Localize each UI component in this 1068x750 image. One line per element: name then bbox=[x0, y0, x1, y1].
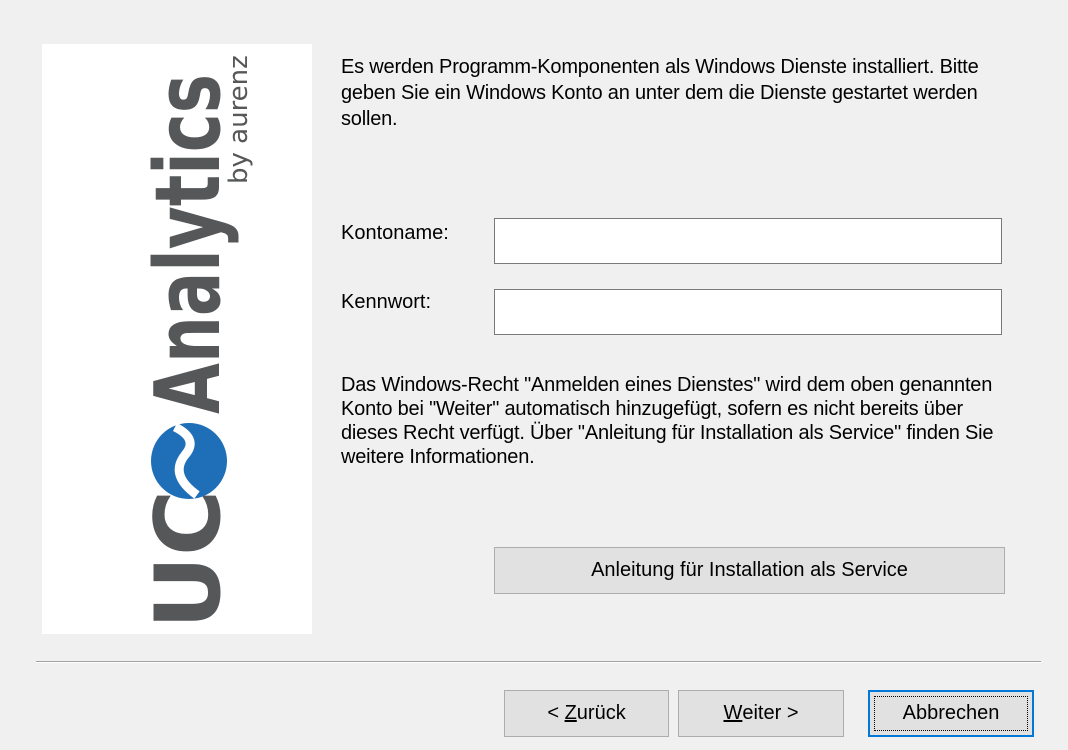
next-label-rest: eiter > bbox=[742, 702, 799, 724]
back-label-rest: urück bbox=[576, 702, 626, 724]
info-text: Das Windows-Recht "Anmelden eines Dienst… bbox=[341, 374, 994, 468]
password-label: Kennwort: bbox=[341, 291, 432, 313]
account-name-input[interactable] bbox=[494, 218, 1002, 264]
cancel-button[interactable]: Abbrechen bbox=[868, 690, 1034, 737]
account-label: Kontoname: bbox=[341, 222, 449, 244]
cancel-label: Abbrechen bbox=[902, 702, 1000, 724]
password-input[interactable] bbox=[494, 289, 1002, 335]
service-guide-label: Anleitung für Installation als Service bbox=[591, 559, 908, 581]
back-prefix: < bbox=[547, 702, 565, 724]
next-button[interactable]: Weiter > bbox=[678, 690, 844, 737]
logo-panel: UC Analytics by aurenz bbox=[42, 44, 312, 634]
next-mnemonic: W bbox=[723, 702, 743, 724]
back-mnemonic: Z bbox=[564, 702, 577, 724]
back-button[interactable]: < Zurück bbox=[504, 690, 669, 737]
intro-text: Es werden Programm-Komponenten als Windo… bbox=[341, 56, 979, 130]
logo-text-uc: UC bbox=[136, 490, 241, 629]
uc-analytics-logo: UC Analytics by aurenz bbox=[136, 55, 254, 629]
separator bbox=[36, 661, 1041, 663]
service-guide-button[interactable]: Anleitung für Installation als Service bbox=[494, 547, 1005, 594]
logo-mark-icon bbox=[151, 422, 227, 499]
logo-text-by-aurenz: by aurenz bbox=[224, 55, 254, 184]
